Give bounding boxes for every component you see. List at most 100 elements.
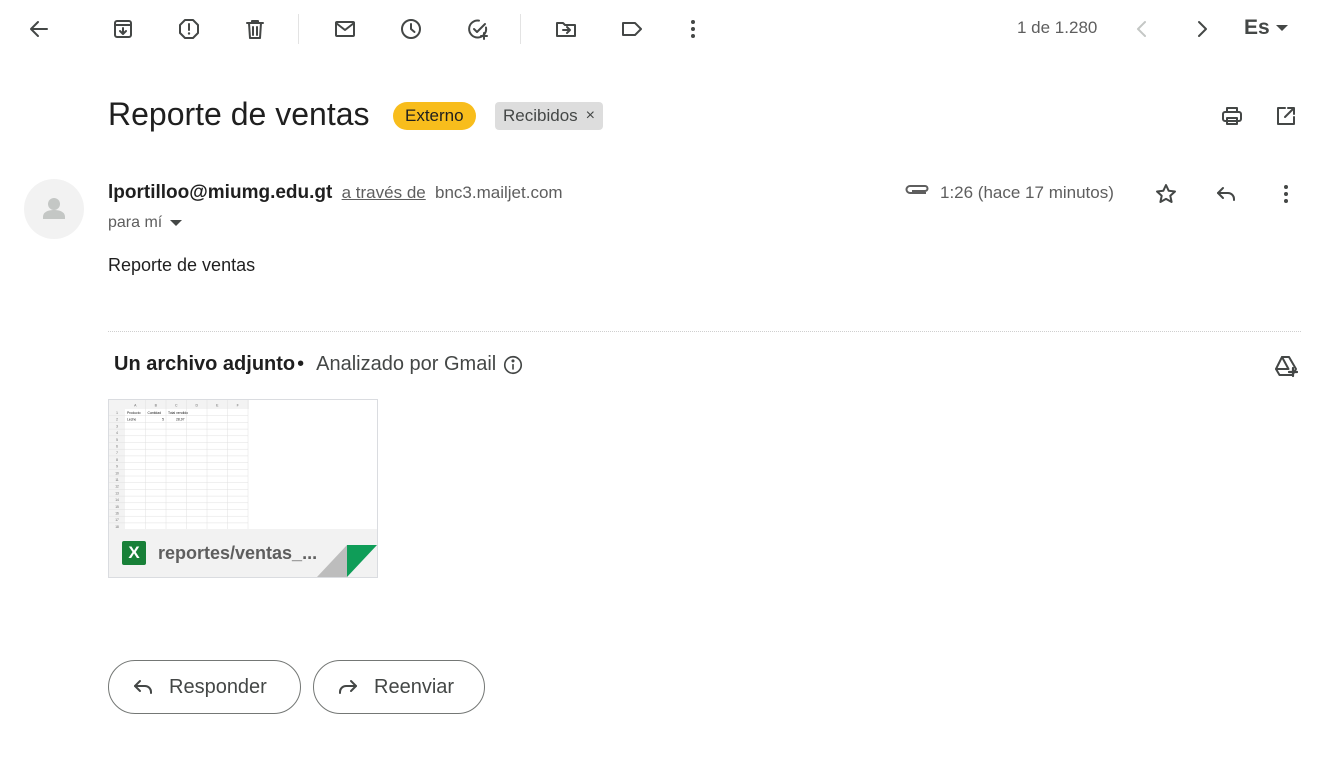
chevron-right-icon [1198, 21, 1207, 37]
external-label-chip: Externo [393, 102, 476, 130]
sheet-row-number: 11 [115, 478, 119, 482]
sheet-column-header-bar [109, 400, 249, 409]
newer-button[interactable] [1124, 11, 1160, 47]
sheet-row-number: 6 [116, 445, 118, 449]
trash-icon [246, 20, 264, 39]
sheet-row-number: 12 [115, 485, 119, 489]
sheet-cell: Total vendido [168, 411, 188, 415]
remove-label-button[interactable]: × [586, 102, 595, 130]
clock-icon [401, 19, 421, 39]
move-to-folder-icon [556, 22, 576, 37]
sheet-row-number: 10 [115, 471, 119, 475]
sheet-row-number: 2 [116, 418, 118, 422]
reply-icon-button[interactable] [1208, 176, 1244, 212]
add-all-to-drive-button[interactable] [1268, 348, 1304, 384]
sender-address[interactable]: lportilloo@miumg.edu.gt [108, 182, 332, 203]
attachments-header: Un archivo adjunto • Analizado por Gmail [114, 353, 524, 376]
forward-button[interactable]: Reenviar [313, 660, 485, 714]
sheet-row-number: 5 [116, 438, 118, 442]
forward-icon [339, 680, 357, 694]
forward-label: Reenviar [374, 675, 455, 698]
arrow-left-icon [30, 21, 48, 37]
reply-button[interactable]: Responder [108, 660, 301, 714]
caret-down-icon [1275, 25, 1288, 31]
delete-button[interactable] [237, 11, 273, 47]
recipient-text: para mí [108, 214, 163, 231]
message-more-button[interactable] [1268, 176, 1304, 212]
archive-button[interactable] [105, 11, 141, 47]
move-to-button[interactable] [548, 11, 584, 47]
report-spam-icon [179, 19, 199, 39]
recipient-details-toggle[interactable]: para mí [108, 214, 183, 232]
person-icon [43, 198, 65, 219]
header-bullet: • [297, 353, 305, 375]
excel-file-icon: X [122, 541, 146, 565]
sender-line: lportilloo@miumg.edu.gt a través de bnc3… [108, 182, 563, 204]
older-button[interactable] [1184, 11, 1220, 47]
more-vert-icon [691, 20, 695, 38]
sheet-row-number: 15 [115, 505, 119, 509]
reply-icon [1217, 187, 1235, 201]
reply-icon [134, 680, 152, 694]
sheet-row-number: 16 [115, 512, 119, 516]
add-to-tasks-button[interactable] [460, 11, 496, 47]
open-in-new-window-button[interactable] [1268, 98, 1304, 134]
chevron-left-icon [1137, 21, 1146, 37]
open-in-new-icon [1277, 107, 1295, 125]
sheet-row-number: 9 [116, 465, 118, 469]
sheet-row-number: 13 [115, 491, 119, 495]
sheet-row-number: 8 [116, 458, 118, 462]
sheet-cell: Producto [127, 411, 141, 415]
reply-label: Responder [169, 675, 267, 698]
inbox-label-text: Recibidos [503, 106, 578, 125]
back-button[interactable] [21, 11, 57, 47]
message-timestamp: 1:26 (hace 17 minutos) [940, 183, 1114, 202]
attachment-card[interactable]: A B C D E F 1 2 3 4 5 6 7 8 9 10 11 12 13 14 15 16 17 18 Product… [108, 399, 378, 578]
more-options-button[interactable] [675, 11, 711, 47]
sheet-row-number: 7 [116, 451, 118, 455]
sheet-cell: Leche [127, 418, 136, 422]
attachments-divider [108, 331, 1301, 332]
spreadsheet-preview: A B C D E F123456789101112131415161718Product… [109, 400, 249, 530]
sheet-cell: 5 [162, 418, 164, 422]
sheet-column-letter: F [237, 404, 239, 408]
more-vert-icon [1284, 185, 1288, 203]
add-task-icon [468, 19, 488, 40]
toolbar-divider [298, 14, 299, 44]
scan-status: Analizado por Gmail [316, 353, 497, 375]
print-icon [1222, 107, 1242, 125]
sheet-cell: Cantidad [148, 411, 162, 415]
drive-add-icon [1275, 356, 1298, 378]
sheet-row-number: 1 [116, 411, 118, 415]
snooze-button[interactable] [393, 11, 429, 47]
via-link[interactable]: a través de [342, 183, 426, 202]
report-spam-button[interactable] [171, 11, 207, 47]
caret-down-icon [170, 220, 183, 226]
info-icon[interactable] [502, 354, 524, 376]
paperclip-icon [905, 185, 929, 194]
attachment-filename: reportes/ventas_... [158, 542, 318, 563]
pagination-count: 1 de 1.280 [1017, 18, 1098, 37]
sheet-row-number: 17 [115, 518, 119, 522]
toolbar-divider [520, 14, 521, 44]
attachment-count: Un archivo adjunto [114, 353, 296, 375]
archive-icon [114, 20, 132, 38]
input-tools-selector[interactable]: Es [1244, 16, 1288, 40]
inbox-label-chip: Recibidos × [495, 102, 603, 130]
page-corner-fold-icon [317, 545, 377, 577]
sheet-row-number: 14 [115, 498, 119, 502]
sheet-row-number: 4 [116, 431, 118, 435]
via-domain: bnc3.mailjet.com [435, 183, 563, 202]
sender-avatar[interactable] [24, 179, 84, 239]
star-button[interactable] [1148, 176, 1184, 212]
star-icon [1156, 184, 1176, 203]
email-subject: Reporte de ventas [108, 96, 370, 132]
labels-button[interactable] [614, 11, 650, 47]
message-meta: 1:26 (hace 17 minutos) [904, 183, 1114, 203]
message-body: Reporte de ventas [108, 255, 256, 275]
label-icon [622, 22, 642, 36]
sheet-cell: 28,97 [176, 418, 185, 422]
mail-icon [335, 21, 355, 37]
print-all-button[interactable] [1214, 98, 1250, 134]
mark-unread-button[interactable] [327, 11, 363, 47]
